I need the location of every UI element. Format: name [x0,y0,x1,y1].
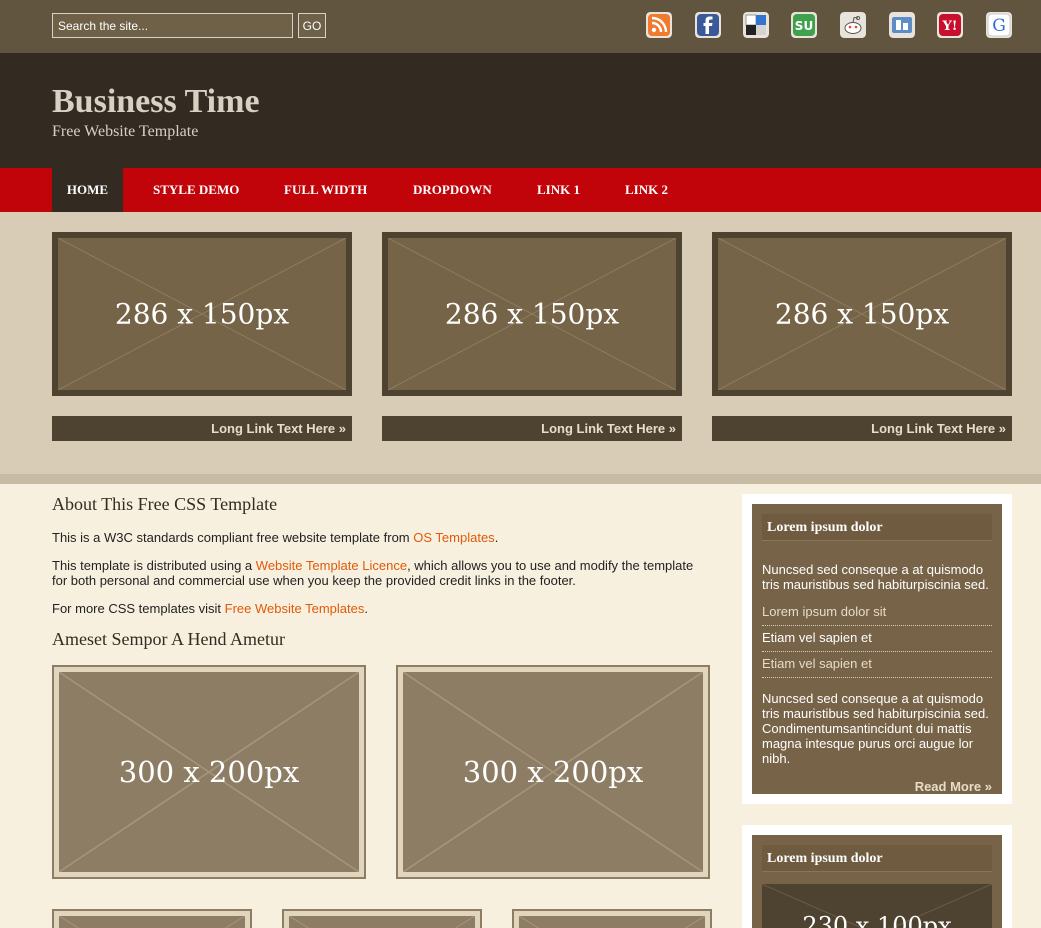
sidebar-image[interactable]: 230 x 100px [762,884,992,928]
nav-item-style-demo[interactable]: Style Demo [153,168,239,212]
site-header: Business Time Free Website Template [0,53,1041,168]
featured-section: 286 x 150px 286 x 150px 286 x 150px Long… [0,212,1041,474]
image-size-label: 300 x 200px [118,755,300,789]
paragraph-text: This is a W3C standards compliant free w… [52,530,414,545]
gallery-image-small[interactable] [52,909,252,928]
sidebar-link[interactable]: Lorem ipsum dolor sit [762,600,992,626]
digg-icon[interactable] [889,12,915,38]
featured-link[interactable]: Long Link Text Here » [382,416,682,441]
paragraph-text: For more CSS templates visit [52,601,225,616]
featured-link[interactable]: Long Link Text Here » [712,416,1012,441]
content-heading: Ameset Sempor A Hend Ametur [52,629,285,649]
yahoo-icon[interactable]: Y! [937,12,963,38]
gallery-image[interactable]: 300 x 200px [396,665,710,879]
delicious-icon[interactable] [743,12,769,38]
os-templates-link[interactable]: OS Templates [413,530,494,545]
content-heading: About This Free CSS Template [52,494,278,514]
google-icon[interactable]: G [986,12,1012,38]
site-tagline: Free Website Template [52,123,199,140]
rss-icon[interactable] [646,12,672,38]
svg-text:Y!: Y! [942,19,958,34]
sidebar-box-inner: Lorem ipsum dolor Nuncsed sed conseque a… [752,504,1002,794]
image-size-label: 286 x 150px [444,297,620,331]
sidebar-box-inner: Lorem ipsum dolor 230 x 100px [752,835,1002,928]
featured-image[interactable]: 286 x 150px [712,232,1012,396]
read-more-link[interactable]: Read More » [915,779,992,794]
nav-item-home[interactable]: Home [52,168,123,212]
search-input[interactable] [52,13,293,38]
licence-link[interactable]: Website Template Licence [256,558,407,573]
top-bar: GO SU Y! G [0,0,1041,53]
facebook-icon[interactable] [695,12,721,38]
paragraph-text: . [494,530,499,545]
stumbleupon-icon[interactable]: SU [791,12,817,38]
sidebar-heading: Lorem ipsum dolor [762,845,992,872]
sidebar-link[interactable]: Etiam vel sapien et [762,652,992,678]
free-templates-link[interactable]: Free Website Templates [225,601,365,616]
sidebar-body: Nuncsed sed conseque a at quismodo tris … [762,691,989,766]
sidebar-heading: Lorem ipsum dolor [762,514,992,541]
paragraph-text: This template is distributed using a [52,558,256,573]
nav-item-link-2[interactable]: Link 2 [625,168,668,212]
nav-item-link-1[interactable]: Link 1 [537,168,580,212]
main-nav: Home Style Demo Full Width DropDown Link… [0,168,1041,212]
search-go-button[interactable]: GO [298,13,326,38]
image-size-label: 300 x 200px [462,755,644,789]
site-title[interactable]: Business Time [52,83,260,121]
nav-item-dropdown[interactable]: DropDown [413,168,492,212]
reddit-icon[interactable] [840,12,866,38]
nav-item-full-width[interactable]: Full Width [284,168,367,212]
sidebar-intro: Nuncsed sed conseque a at quismodo tris … [762,562,989,592]
image-size-label: 230 x 100px [802,912,952,928]
featured-link[interactable]: Long Link Text Here » [52,416,352,441]
paragraph-text: . [364,601,368,616]
paragraph: This is a W3C standards compliant free w… [52,530,702,545]
paragraph: For more CSS templates visit Free Websit… [52,601,702,616]
svg-text:G: G [992,16,1006,36]
image-size-label: 286 x 150px [114,297,290,331]
gallery-image-small[interactable] [512,909,712,928]
section-divider [0,474,1041,484]
gallery-image-small[interactable] [282,909,482,928]
featured-image[interactable]: 286 x 150px [382,232,682,396]
paragraph: This template is distributed using a Web… [52,558,702,588]
sidebar-link[interactable]: Etiam vel sapien et [762,626,992,652]
featured-image[interactable]: 286 x 150px [52,232,352,396]
image-size-label: 286 x 150px [774,297,950,331]
svg-text:SU: SU [795,19,813,33]
gallery-image[interactable]: 300 x 200px [52,665,366,879]
sidebar-box: Lorem ipsum dolor 230 x 100px [742,825,1012,928]
sidebar-box: Lorem ipsum dolor Nuncsed sed conseque a… [742,494,1012,804]
